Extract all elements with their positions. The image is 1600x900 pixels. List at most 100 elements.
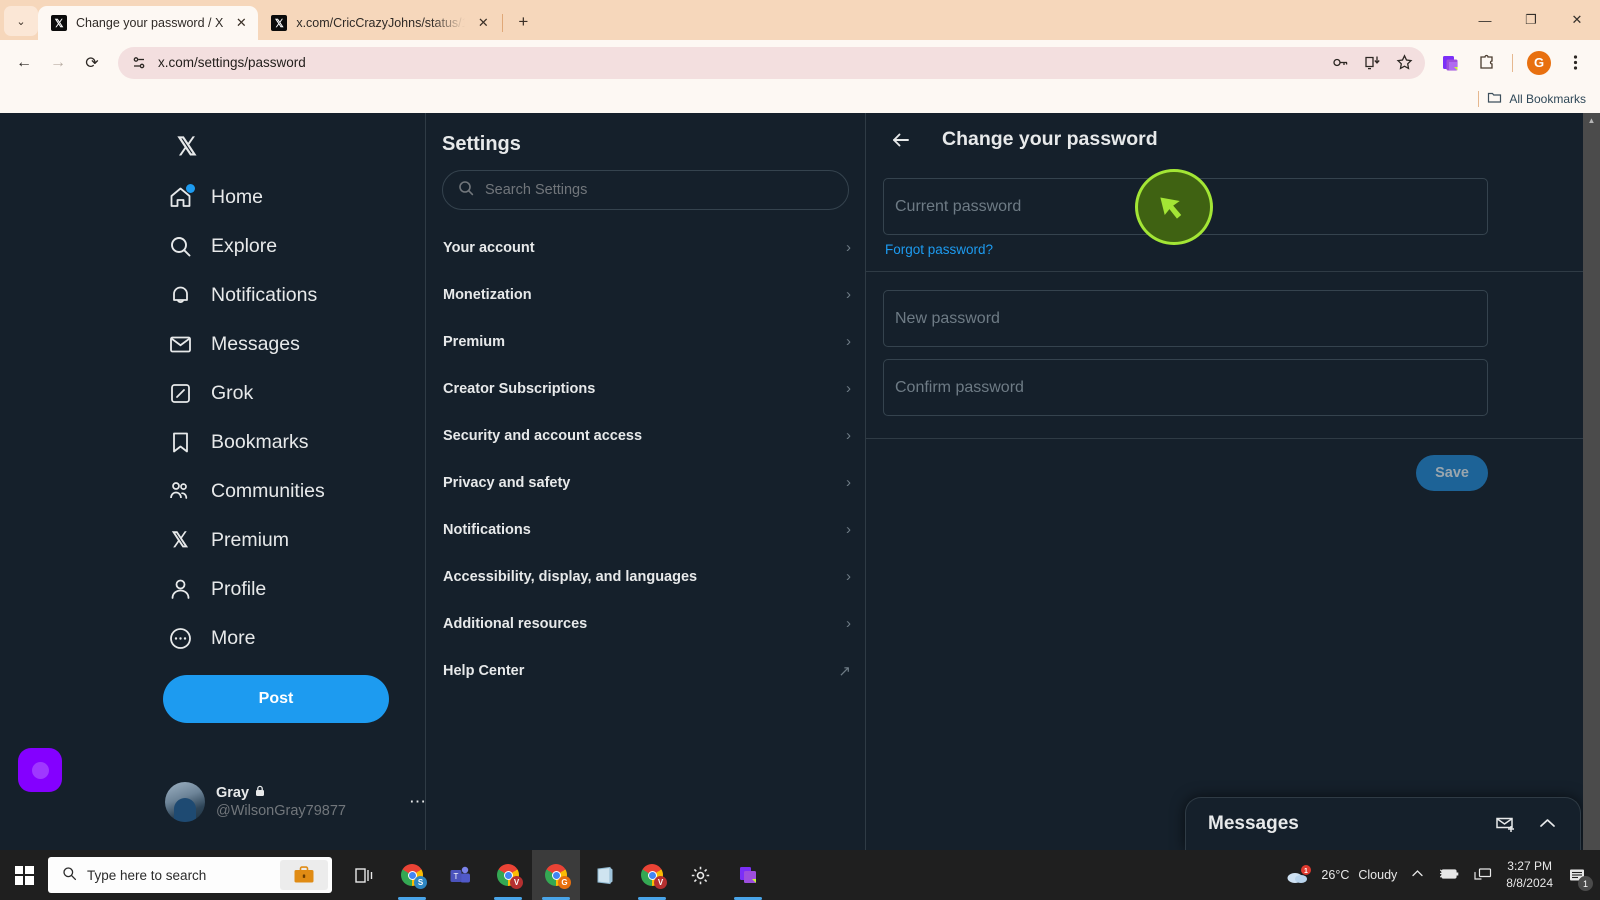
forgot-password-link[interactable]: Forgot password? <box>866 235 1600 257</box>
three-dot-menu-icon[interactable] <box>1560 48 1590 78</box>
settings-item-accessibility-display-languages[interactable]: Accessibility, display, and languages › <box>426 553 865 600</box>
sidebar-item-label: Communities <box>211 480 325 502</box>
chevron-down-icon: ⌄ <box>16 15 26 28</box>
maximize-button[interactable]: ❐ <box>1508 0 1554 40</box>
settings-item-additional-resources[interactable]: Additional resources › <box>426 600 865 647</box>
settings-search-input[interactable]: Search Settings <box>442 170 849 210</box>
new-message-icon[interactable] <box>1489 808 1521 840</box>
settings-item-privacy-and-safety[interactable]: Privacy and safety › <box>426 459 865 506</box>
notepad-icon <box>597 866 612 884</box>
key-icon[interactable] <box>1331 54 1349 72</box>
settings-item-label: Premium <box>443 333 506 350</box>
profile-avatar[interactable]: G <box>1524 48 1554 78</box>
sidebar-item-messages[interactable]: Messages <box>165 320 425 369</box>
network-icon[interactable] <box>1473 866 1493 885</box>
site-settings-icon[interactable] <box>130 54 148 72</box>
omnibox-actions <box>1331 54 1413 72</box>
chevron-right-icon: › <box>846 474 851 491</box>
taskbar-app-notepad[interactable] <box>580 850 628 900</box>
settings-item-notifications[interactable]: Notifications › <box>426 506 865 553</box>
account-names: Gray @WilsonGray79877 <box>216 784 398 820</box>
sidebar-item-communities[interactable]: Communities <box>165 467 425 516</box>
post-button[interactable]: Post <box>163 675 389 723</box>
taskbar-apps: S T V G V <box>340 850 772 900</box>
puzzle-piece-icon[interactable] <box>1471 48 1501 78</box>
new-password-input[interactable]: New password <box>883 290 1488 347</box>
briefcase-icon[interactable] <box>280 860 328 890</box>
settings-item-label: Security and account access <box>443 427 643 444</box>
taskbar-app-settings[interactable] <box>676 850 724 900</box>
all-bookmarks-button[interactable]: All Bookmarks <box>1487 90 1586 108</box>
sidebar-item-profile[interactable]: Profile <box>165 565 425 614</box>
close-icon[interactable]: ✕ <box>232 14 250 32</box>
sidebar-item-label: Notifications <box>211 284 318 306</box>
settings-item-security-and-account-access[interactable]: Security and account access › <box>426 412 865 459</box>
install-app-icon[interactable] <box>1363 54 1381 72</box>
sidebar-item-label: Grok <box>211 382 254 404</box>
floating-purple-widget[interactable] <box>18 748 62 792</box>
taskbar-app-chrome-v2[interactable]: V <box>628 850 676 900</box>
taskbar-app-chrome-v1[interactable]: V <box>484 850 532 900</box>
sidebar-item-more[interactable]: More <box>165 614 425 663</box>
current-password-wrap: Current password <box>866 178 1600 235</box>
reload-button[interactable]: ⟳ <box>76 47 108 79</box>
clock[interactable]: 3:27 PM 8/8/2024 <box>1506 858 1553 891</box>
cloud-icon: 1 <box>1286 865 1312 885</box>
back-button[interactable]: ← <box>8 47 40 79</box>
copy-pages-icon[interactable] <box>1435 48 1465 78</box>
condition-text: Cloudy <box>1358 868 1398 882</box>
notification-center-button[interactable]: 1 <box>1566 862 1593 891</box>
account-name-row: Gray <box>216 784 398 802</box>
task-view-icon[interactable] <box>340 850 388 900</box>
address-bar[interactable]: x.com/settings/password <box>118 46 1425 79</box>
settings-item-premium[interactable]: Premium › <box>426 318 865 365</box>
browser-tab-1[interactable]: 𝕏 Change your password / X ✕ <box>38 6 259 40</box>
x-logo-icon[interactable]: 𝕏 <box>165 125 209 169</box>
start-button[interactable] <box>0 850 48 900</box>
back-arrow-icon[interactable] <box>884 123 918 157</box>
confirm-password-wrap: Confirm password <box>866 359 1600 438</box>
sidebar-item-bookmarks[interactable]: Bookmarks <box>165 418 425 467</box>
weather-widget[interactable]: 1 26°C Cloudy <box>1286 865 1397 885</box>
taskbar-app-chrome-s[interactable]: S <box>388 850 436 900</box>
confirm-password-placeholder: Confirm password <box>895 378 1024 396</box>
sidebar-item-premium[interactable]: 𝕏 Premium <box>165 516 425 565</box>
chevron-up-icon[interactable] <box>1531 808 1563 840</box>
minimize-button[interactable]: — <box>1462 0 1508 40</box>
sidebar-item-explore[interactable]: Explore <box>165 222 425 271</box>
chevron-right-icon: › <box>846 521 851 538</box>
bookmarks-bar: All Bookmarks <box>0 85 1600 113</box>
tab-search-button[interactable]: ⌄ <box>4 6 38 36</box>
settings-item-monetization[interactable]: Monetization › <box>426 271 865 318</box>
star-icon[interactable] <box>1395 54 1413 72</box>
tray-overflow-icon[interactable] <box>1410 866 1425 884</box>
scroll-up-arrow-icon[interactable]: ▲ <box>1583 113 1600 127</box>
person-icon <box>167 577 193 603</box>
taskbar-app-copy-pages[interactable] <box>724 850 772 900</box>
chevron-right-icon: › <box>846 427 851 444</box>
three-dot-icon[interactable]: ⋯ <box>409 792 427 812</box>
confirm-password-input[interactable]: Confirm password <box>883 359 1488 416</box>
forward-button[interactable]: → <box>42 47 74 79</box>
close-window-button[interactable]: ✕ <box>1554 0 1600 40</box>
sidebar-item-grok[interactable]: Grok <box>165 369 425 418</box>
account-switcher[interactable]: Gray @WilsonGray79877 ⋯ <box>165 782 427 822</box>
settings-item-creator-subscriptions[interactable]: Creator Subscriptions › <box>426 365 865 412</box>
sidebar-item-home[interactable]: Home <box>165 173 425 222</box>
browser-tab-2[interactable]: 𝕏 x.com/CricCrazyJohns/status/18 ✕ <box>258 6 500 40</box>
messages-dock[interactable]: Messages <box>1185 797 1581 850</box>
taskbar-search-input[interactable]: Type here to search <box>48 857 332 893</box>
new-tab-button[interactable]: + <box>509 8 537 36</box>
battery-icon[interactable] <box>1438 866 1460 884</box>
settings-item-your-account[interactable]: Your account › <box>426 224 865 271</box>
sidebar-item-label: Messages <box>211 333 300 355</box>
taskbar-app-chrome-g[interactable]: G <box>532 850 580 900</box>
sidebar-item-notifications[interactable]: Notifications <box>165 271 425 320</box>
page-scrollbar[interactable]: ▲ <box>1583 113 1600 850</box>
settings-item-help-center[interactable]: Help Center ↗ <box>426 647 865 694</box>
taskbar-app-teams[interactable]: T <box>436 850 484 900</box>
save-button[interactable]: Save <box>1416 455 1488 491</box>
chrome-icon: V <box>497 864 523 889</box>
sidebar-item-label: Profile <box>211 578 267 600</box>
close-icon[interactable]: ✕ <box>474 14 492 32</box>
